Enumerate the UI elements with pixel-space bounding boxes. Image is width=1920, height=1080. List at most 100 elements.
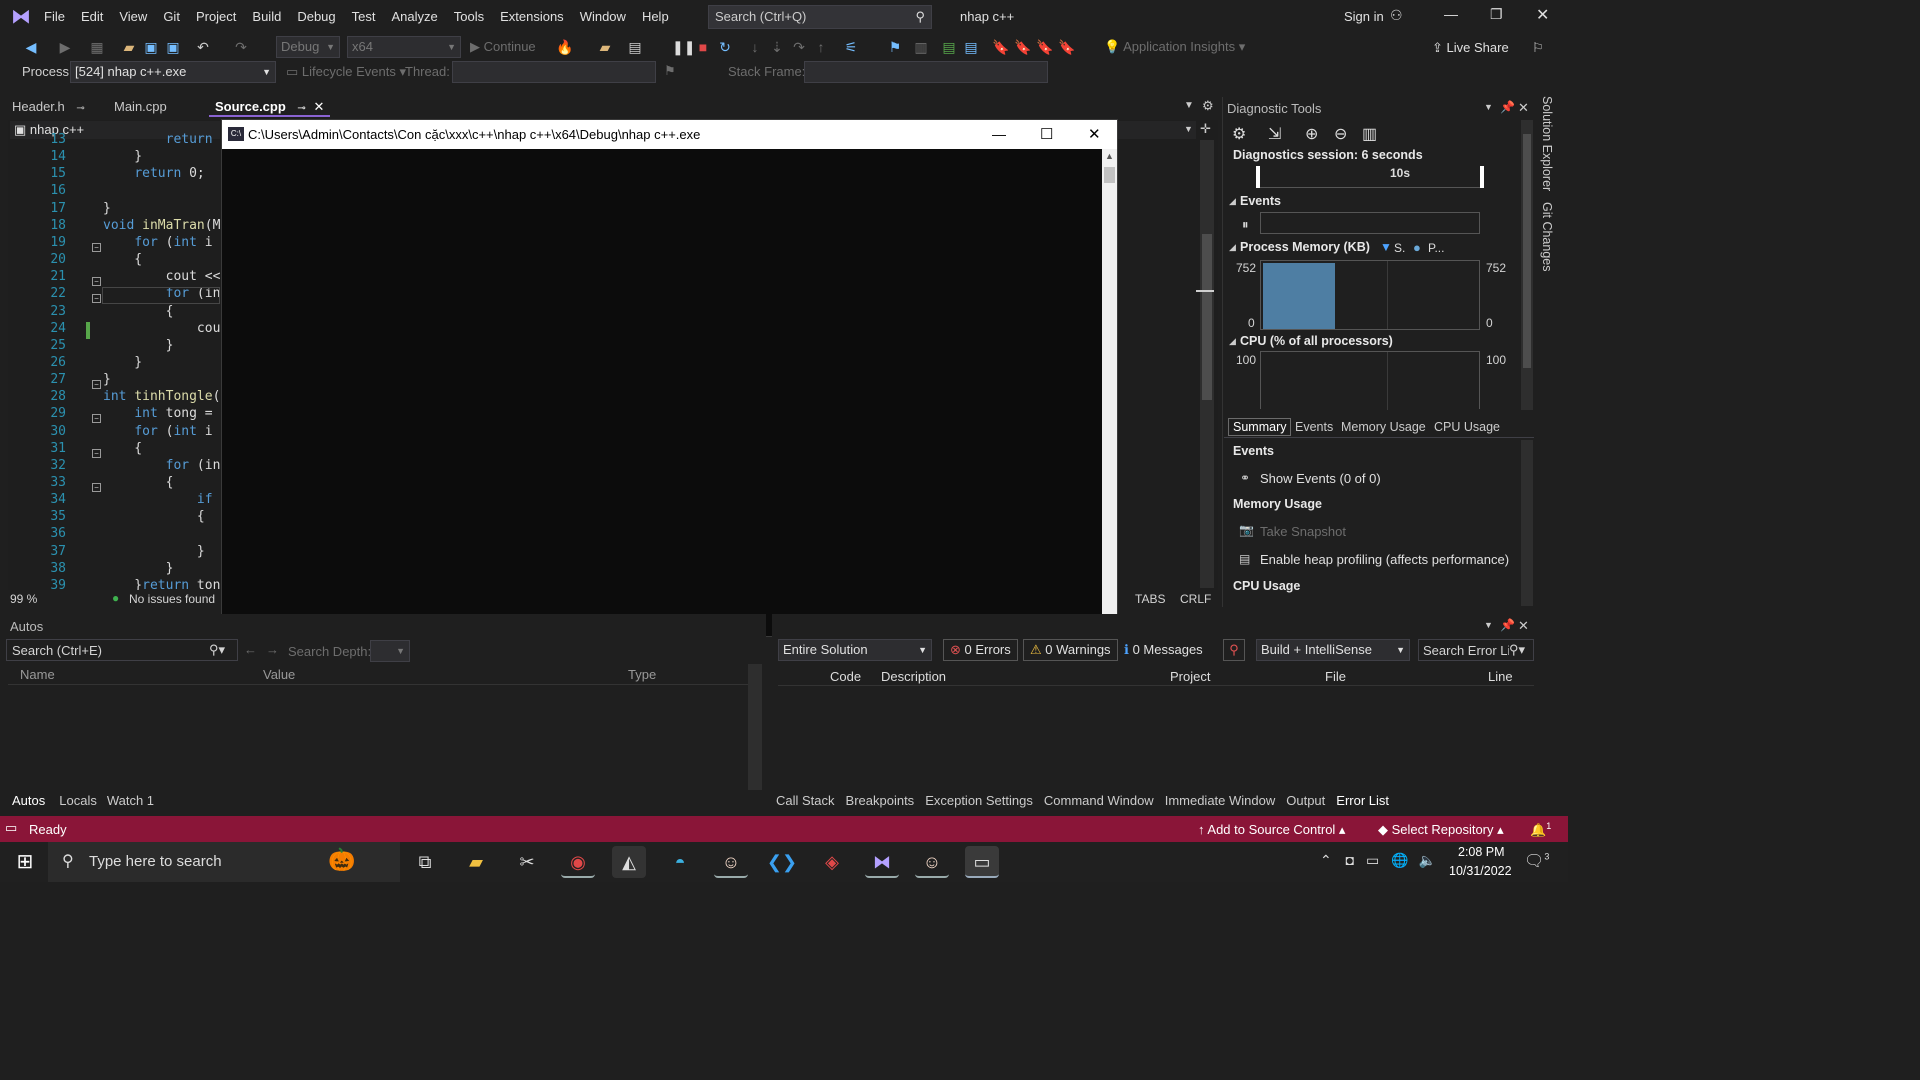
autos-search-input[interactable]: Search (Ctrl+E) ⚲▾ [6,639,238,661]
code-line[interactable]: } [103,544,205,559]
configuration-select[interactable]: Debug ▼ [276,36,340,58]
step-over-icon[interactable]: ⇣ [768,38,786,56]
menu-view[interactable]: View [111,0,155,34]
summary-scrollbar[interactable] [1521,440,1533,606]
menu-debug[interactable]: Debug [289,0,343,34]
tab-locals[interactable]: Locals [59,793,97,808]
code-line[interactable]: void inMaTran(M [103,218,220,233]
taskbar-date[interactable]: 10/31/2022 [1449,864,1512,878]
code-line[interactable]: { [103,304,174,319]
col-code[interactable]: Code [830,669,861,684]
sign-in-link[interactable]: Sign in [1344,9,1384,24]
action-center-icon[interactable]: 🗨3 [1524,851,1549,871]
restore-icon[interactable]: ❐ [1490,6,1503,23]
menu-git[interactable]: Git [155,0,188,34]
diag-scroll-thumb[interactable] [1523,134,1531,368]
heap-profiling-link[interactable]: Enable heap profiling (affects performan… [1260,552,1509,567]
diag-settings-icon[interactable]: ⚙ [1232,124,1246,144]
tab-immediate-window[interactable]: Immediate Window [1165,793,1276,808]
select-repository[interactable]: ◆ Select Repository ▴ [1378,822,1504,838]
warnings-filter-button[interactable]: ⚠ 0 Warnings [1023,639,1118,661]
console-close-icon[interactable]: ✕ [1088,120,1101,149]
autos-scrollbar[interactable] [748,664,762,790]
windows-start-icon[interactable]: ⊞ [8,846,42,878]
webcam-icon[interactable]: ◘ [1346,852,1354,868]
menu-edit[interactable]: Edit [73,0,111,34]
add-to-source-control[interactable]: ↑ Add to Source Control ▴ [1198,822,1345,838]
fold-toggle-icon[interactable]: − [92,294,101,304]
step-out-icon[interactable]: ↑ [812,38,830,56]
fold-toggle-icon[interactable]: − [92,448,101,458]
tab-header-h[interactable]: Header.h ⊸ [6,97,91,117]
search-next-icon[interactable]: → [266,642,279,657]
back-icon[interactable]: ◀ [22,38,40,56]
stop-icon[interactable]: ■ [694,38,712,56]
console-maximize-icon[interactable]: ☐ [1040,120,1053,149]
scroll-thumb[interactable] [1104,167,1115,183]
comment-icon[interactable]: ▥ [912,38,930,56]
taskbar-time[interactable]: 2:08 PM [1458,845,1505,859]
stack-frame-select[interactable] [804,61,1048,83]
save-icon[interactable]: ▣ [142,38,160,56]
restart-icon[interactable]: ↻ [716,38,734,56]
code-line[interactable]: int tinhTongle( [103,389,220,404]
messages-filter-button[interactable]: ℹ 0 Messages [1124,642,1203,658]
menu-window[interactable]: Window [572,0,634,34]
tab-watch-1[interactable]: Watch 1 [107,793,154,808]
diag-tab-memory-usage[interactable]: Memory Usage [1341,420,1426,434]
menu-tools[interactable]: Tools [446,0,492,34]
side-tab-git-changes[interactable]: Git Changes [1540,202,1554,271]
breakpoint-list-icon[interactable]: ⚑ [886,38,904,56]
battery-icon[interactable]: ▭ [1366,852,1379,868]
scroll-up-icon[interactable]: ▲ [1105,151,1114,161]
console-scrollbar[interactable]: ▲ ▼ [1102,149,1117,636]
live-share-button[interactable]: ⇪ Live Share [1432,40,1509,56]
timeline-ruler[interactable] [1258,166,1484,188]
task-view-icon[interactable]: ⧉ [408,846,442,878]
bookmark-clear-icon[interactable]: 🔖 [1058,38,1076,56]
col-description[interactable]: Description [881,669,946,684]
zoom-level[interactable]: 99 % [10,592,37,606]
pin-icon[interactable]: ⊸ [297,103,305,114]
code-line[interactable]: return 0; [103,166,204,181]
panel-menu-icon[interactable]: ▼ [1484,102,1493,112]
tab-main-cpp[interactable]: Main.cpp [108,97,173,117]
code-line[interactable]: if [103,492,213,507]
events-pause-icon[interactable]: ⏸ [1242,217,1249,233]
menu-project[interactable]: Project [188,0,244,34]
scroll-thumb[interactable] [1202,234,1212,400]
process-select[interactable]: [524] nhap c++.exe ▼ [70,61,276,83]
edge-icon[interactable]: ◓ [663,846,697,878]
filter-icon[interactable]: ⚲ [1223,639,1245,661]
taskbar-search-box[interactable]: ⚲ Type here to search 🎃 [48,842,400,882]
open-folder-icon[interactable]: ▰ [120,38,138,56]
tab-close-icon[interactable]: ✕ [313,99,324,114]
cpu-head[interactable]: CPU (% of all processors) [1240,334,1393,348]
build-filter-select[interactable]: Build + IntelliSense ▼ [1256,639,1410,661]
timeline-end-handle[interactable] [1480,166,1484,188]
timeline-start-handle[interactable] [1256,166,1260,188]
code-line[interactable]: cout << [103,269,220,284]
bookmark-prev-icon[interactable]: 🔖 [1014,38,1032,56]
code-line[interactable]: } [103,372,111,387]
col-value[interactable]: Value [263,667,295,682]
game-launcher-icon[interactable]: ◭ [612,846,646,878]
fold-toggle-icon[interactable]: − [92,414,101,424]
tab-call-stack[interactable]: Call Stack [776,793,835,808]
menu-help[interactable]: Help [634,0,677,34]
code-line[interactable]: for (int i [103,235,212,250]
outdent-icon[interactable]: ▤ [940,38,958,56]
snipping-tool-icon[interactable]: ✂ [510,846,544,878]
new-project-icon[interactable]: ▦ [88,38,106,56]
collapse-arrow-icon[interactable]: ◢ [1229,242,1236,253]
errors-filter-button[interactable]: ⊗ 0 Errors [943,639,1018,661]
pin-icon[interactable]: 📌 [1500,618,1515,632]
fold-toggle-icon[interactable]: − [92,380,101,390]
show-hidden-icons-icon[interactable]: ⌃ [1320,852,1332,868]
step-back-icon[interactable]: ↷ [790,38,808,56]
network-icon[interactable]: 🌐 [1391,852,1408,868]
save-all-icon[interactable]: ▣ [164,38,182,56]
global-search-input[interactable]: Search (Ctrl+Q) ⚲ [708,5,932,29]
code-line[interactable]: } [103,561,174,576]
take-snapshot-button[interactable]: Take Snapshot [1260,524,1346,539]
